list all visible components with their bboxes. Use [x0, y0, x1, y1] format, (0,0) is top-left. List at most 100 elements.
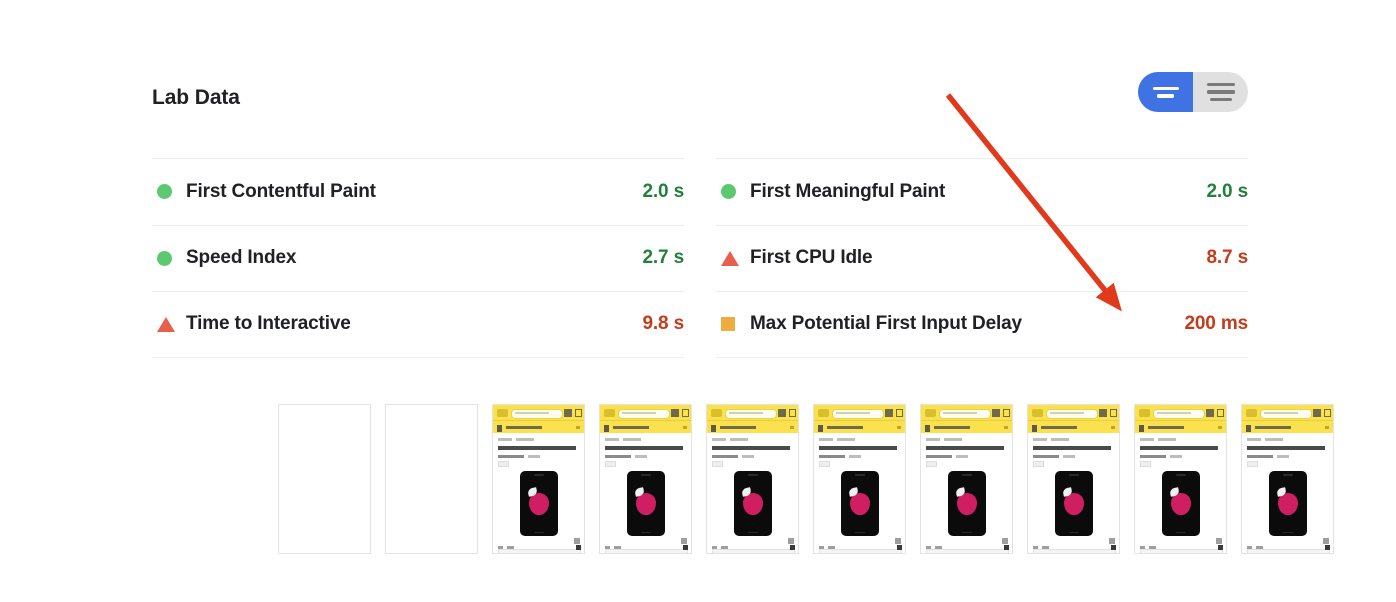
three-bar-list-icon-line3	[1209, 97, 1232, 102]
filmstrip-frame[interactable]	[492, 404, 585, 554]
filmstrip-frame[interactable]	[813, 404, 906, 554]
thumbnail-cart-icon	[682, 409, 689, 417]
thumbnail-phone-image	[841, 471, 879, 536]
thumbnail-footer	[1140, 545, 1223, 550]
status-icon-cell	[716, 184, 750, 200]
filmstrip-frame[interactable]	[599, 404, 692, 554]
thumbnail-share-icon	[895, 538, 901, 544]
metric-row[interactable]: Max Potential First Input Delay 200 ms	[716, 291, 1248, 358]
thumbnail-apple-logo-icon	[1278, 493, 1298, 515]
filmstrip-frame[interactable]	[920, 404, 1013, 554]
thumbnail-page	[814, 405, 905, 553]
thumbnail-chip	[1033, 461, 1044, 467]
metric-row[interactable]: Time to Interactive 9.8 s	[152, 291, 684, 358]
thumbnail-footer	[1247, 545, 1330, 550]
thumbnail-search-box	[618, 409, 670, 419]
thumbnail-subbar-caret-icon	[1004, 426, 1008, 429]
thumbnail-footer	[1033, 545, 1116, 550]
thumbnail-cart-icon	[1003, 409, 1010, 417]
thumbnail-logo-icon	[497, 409, 508, 417]
thumbnail-subbar-icon	[711, 424, 716, 432]
filmstrip-frame[interactable]	[706, 404, 799, 554]
thumbnail-cart-icon	[1110, 409, 1117, 417]
metric-row[interactable]: First Meaningful Paint 2.0 s	[716, 158, 1248, 225]
thumbnail-phone-image	[520, 471, 558, 536]
expanded-view-toggle-button[interactable]	[1193, 72, 1248, 112]
thumbnail-phone-image	[1269, 471, 1307, 536]
thumbnail-subbar-caret-icon	[790, 426, 794, 429]
thumbnail-grid-icon	[992, 409, 1000, 417]
metric-value: 2.0 s	[1206, 180, 1248, 202]
thumbnail-apple-logo-icon	[850, 493, 870, 515]
thumbnail-chip	[605, 461, 616, 467]
thumbnail-body	[493, 433, 584, 553]
thumbnail-cart-icon	[575, 409, 582, 417]
compact-view-toggle-button[interactable]	[1138, 72, 1193, 112]
filmstrip-frame[interactable]	[1241, 404, 1334, 554]
thumbnail-body	[707, 433, 798, 553]
thumbnail-subbar	[814, 420, 905, 434]
thumbnail-grid-icon	[564, 409, 572, 417]
card-header: Lab Data	[152, 72, 1248, 122]
filmstrip-frame[interactable]	[1027, 404, 1120, 554]
metric-row[interactable]: First Contentful Paint 2.0 s	[152, 158, 684, 225]
metric-value: 200 ms	[1184, 313, 1248, 335]
metric-label: First Contentful Paint	[186, 180, 376, 202]
metric-value: 2.0 s	[642, 180, 684, 202]
thumbnail-subbar-icon	[1032, 424, 1037, 432]
thumbnail-footer	[712, 545, 795, 550]
thumbnail-cart-icon	[1217, 409, 1224, 417]
thumbnail-search-text	[836, 411, 870, 414]
thumbnail-page	[1135, 405, 1226, 553]
metric-row[interactable]: First CPU Idle 8.7 s	[716, 224, 1248, 292]
metric-label: Max Potential First Input Delay	[750, 313, 1022, 335]
thumbnail-subbar-text	[1255, 426, 1291, 429]
thumbnail-search-text	[515, 411, 549, 414]
thumbnail-chip	[1247, 461, 1258, 467]
three-bar-list-icon	[1206, 82, 1235, 87]
thumbnail-subbar-text	[613, 426, 649, 429]
metrics-column-right: First Meaningful Paint 2.0 s First CPU I…	[716, 158, 1248, 358]
thumbnail-subbar-icon	[1246, 424, 1251, 432]
status-icon-cell	[152, 184, 186, 200]
thumbnail-search-box	[939, 409, 991, 419]
thumbnail-search-box	[832, 409, 884, 419]
thumbnail-search-box	[1153, 409, 1205, 419]
thumbnail-share-icon	[1323, 538, 1329, 544]
metric-row[interactable]: Speed Index 2.7 s	[152, 224, 684, 292]
thumbnail-share-icon	[1002, 538, 1008, 544]
thumbnail-search-text	[943, 411, 977, 414]
three-bar-list-icon-line2	[1206, 90, 1235, 94]
thumbnail-grid-icon	[885, 409, 893, 417]
thumbnail-body	[600, 433, 691, 553]
thumbnail-apple-logo-icon	[636, 493, 656, 515]
metric-value: 2.7 s	[642, 247, 684, 269]
page-title: Lab Data	[152, 86, 240, 109]
thumbnail-body	[1135, 433, 1226, 553]
thumbnail-chip	[1140, 461, 1151, 467]
thumbnail-topbar	[707, 405, 798, 433]
thumbnail-footer	[819, 545, 902, 550]
thumbnail-search-text	[1264, 411, 1298, 414]
view-toggle-group[interactable]	[1138, 72, 1248, 112]
thumbnail-search-box	[511, 409, 563, 419]
thumbnail-topbar	[600, 405, 691, 433]
metric-label: Speed Index	[186, 247, 297, 269]
metric-label: First CPU Idle	[750, 247, 873, 269]
green-circle-icon	[157, 250, 172, 266]
filmstrip-frame[interactable]	[278, 404, 371, 554]
two-bar-list-icon-line2	[1157, 94, 1174, 98]
two-bar-list-icon	[1152, 86, 1179, 90]
thumbnail-share-icon	[574, 538, 580, 544]
lab-metrics-grid: First Contentful Paint 2.0 s Speed Index…	[152, 158, 1248, 358]
filmstrip-frame[interactable]	[1134, 404, 1227, 554]
thumbnail-search-text	[729, 411, 763, 414]
thumbnail-subbar-text	[1041, 426, 1077, 429]
thumbnail-phone-image	[1055, 471, 1093, 536]
thumbnail-chip	[498, 461, 509, 467]
filmstrip-frame[interactable]	[385, 404, 478, 554]
thumbnail-share-icon	[788, 538, 794, 544]
thumbnail-apple-logo-icon	[529, 493, 549, 515]
red-triangle-icon	[157, 316, 175, 332]
filmstrip-screenshots	[278, 404, 1334, 554]
